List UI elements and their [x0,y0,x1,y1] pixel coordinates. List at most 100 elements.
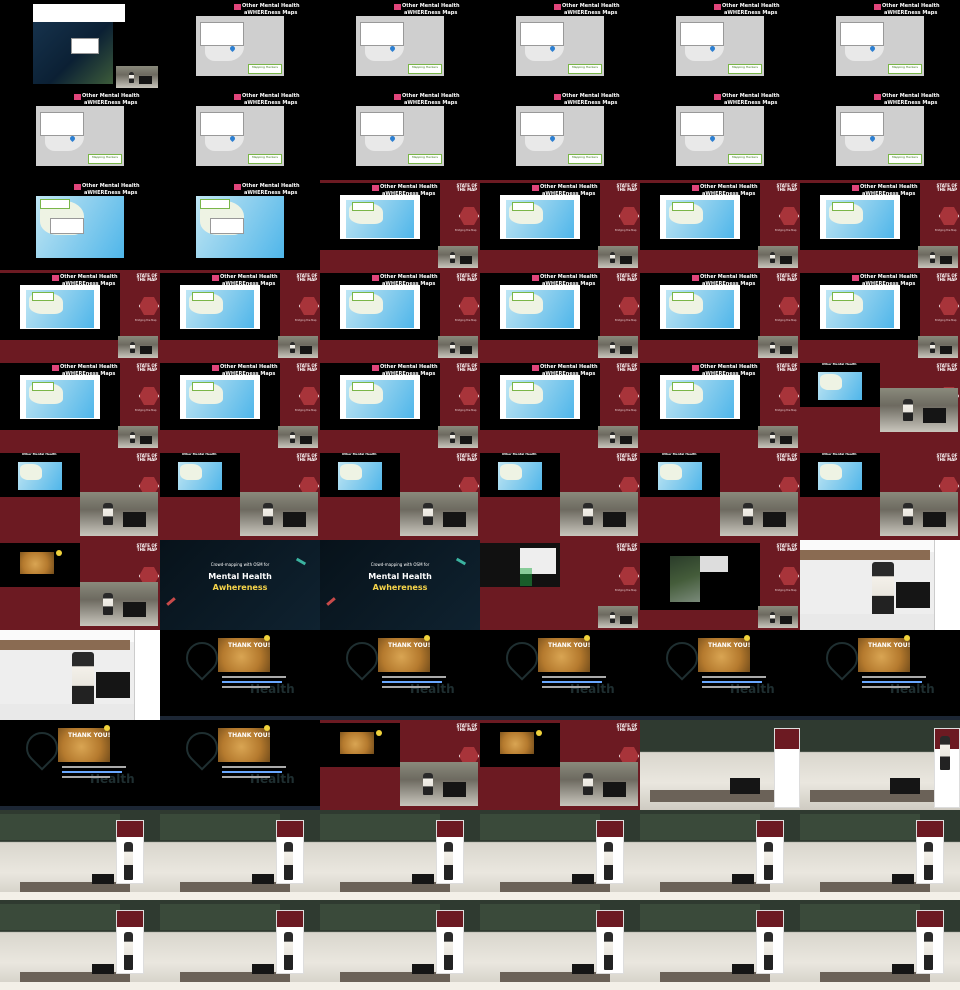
board [320,904,440,930]
map-title: Other Mental Health [662,452,697,456]
contact-line [222,766,286,768]
bulb-icon [56,550,62,556]
floor [160,892,320,900]
sotm-title: STATE OF THE MAP [136,453,158,462]
title-wrap [196,365,197,366]
lectern-monitor [96,672,130,698]
map-popup [360,22,404,46]
map-canvas [818,462,862,490]
map-popup [680,22,724,46]
lectern-monitor [940,255,952,264]
frame-sotm-map: Other Mental Health aWHEREness Maps STATE … [640,360,800,450]
floor [160,982,320,990]
sotm-subtitle: Bridging the Map [935,319,957,322]
contact-line [702,676,766,678]
sotm-subtitle: Bridging the Map [455,409,477,412]
lectern-monitor [442,781,467,798]
pink-icon [692,365,699,371]
map-pin-icon [68,134,77,143]
frame-thankyou: Health THANK YOU! [640,630,800,720]
map-title: Other Mental Health [882,93,940,99]
speaker-figure [130,341,135,353]
frame-sotm-map-wide: Other Mental Health aWHEREness Maps STATE … [0,270,160,360]
map-popup [672,292,694,301]
lectern-monitor [730,778,760,794]
map-title: Other Mental Health [60,274,118,280]
frame-map-grey: Other Mental Health aWHEREness Maps Mappin… [640,90,800,180]
map-canvas [346,380,414,418]
satellite-map [33,22,113,84]
floor [480,982,640,990]
bear-image [340,732,374,754]
pink-icon [372,185,379,191]
map-canvas: Mapping Hackers [836,16,924,76]
speaker-figure [444,842,453,880]
lectern-monitor [620,255,632,264]
speaker-figure [423,503,433,525]
frame-hall [320,810,480,900]
lectern-monitor [780,435,792,444]
lectern-monitor [252,874,274,884]
speaker-figure [770,251,775,263]
frame-sotm-map: Other Mental Health aWHEREness Maps STATE … [800,270,960,360]
pink-icon [692,275,699,281]
frame-sotm-map: Other Mental Health aWHEREness Maps STATE … [800,180,960,270]
thank-you-text: THANK YOU! [68,732,111,739]
sponsor-banner [934,540,960,630]
map-title: Other Mental Health [182,452,217,456]
sotm-logo-icon [939,207,959,225]
map-canvas [196,196,284,258]
frame-sotm-map: Other Mental Health aWHEREness Maps STATE … [640,270,800,360]
speaker-figure [284,932,293,970]
pink-icon [234,184,241,190]
pink-icon [692,185,699,191]
contact-line [62,776,110,778]
map-title: Other Mental Health [822,362,857,366]
bulb-icon [376,730,382,736]
frame-map-grey: Other Mental Health aWHEREness Maps Mappin… [0,90,160,180]
map-canvas: Mapping Hackers [836,106,924,166]
sponsor-banner [134,630,160,720]
frame-hall [160,810,320,900]
thank-you-text: THANK YOU! [548,642,591,649]
lectern-monitor [300,345,312,354]
map-title: Other Mental Health [722,93,780,99]
sotm-title: STATE OF THE MAP [776,543,798,552]
lectern-monitor [412,874,434,884]
frame-sotm-map: Other Mental Health aWHEREness Maps STATE … [320,270,480,360]
map-title: Other Mental Health [380,364,438,370]
map-canvas [36,196,124,258]
contact-line [382,686,430,688]
frame-hall [800,900,960,990]
frame-hall-speaker [800,720,960,810]
map-canvas [666,200,734,238]
bulb-icon [904,635,910,641]
slide-screen [640,543,760,610]
map-canvas: Mapping Hackers [676,106,764,166]
map-title: Other Mental Health [82,183,140,189]
speaker-video [758,426,798,448]
speaker-video [598,246,638,268]
frame-sotm-osm: STATE OF THE MAP Bridging the Map [480,540,640,630]
frame-title-slide: Crowd-mapping with OSM for Mental Health A… [320,540,480,630]
frame-map-grey: Other Mental Health aWHEREness Maps Mappin… [800,0,960,90]
contact-line [862,676,926,678]
frame-sotm-map-wide: Other Mental Health aWHEREness Maps STATE … [0,360,160,450]
pink-icon [554,94,561,100]
satellite-popup [700,556,728,572]
contact-line [542,686,590,688]
map-pin-icon [388,44,397,53]
frame-map-blue-black: Other Mental Health aWHEREness Maps [0,180,160,270]
map-popup-header [40,199,70,209]
pink-icon [532,275,539,281]
map-badge: Mapping Hackers [248,64,282,74]
map-badge: Mapping Hackers [408,154,442,164]
speaker-video [118,426,158,448]
map-badge: Mapping Hackers [88,154,122,164]
frame-sotm-speaker: Other Mental HealthSTATE OF THE MAPBridg… [480,450,640,540]
map-pin-icon [388,134,397,143]
speaker-figure [770,611,775,623]
map-popup [352,292,374,301]
map-canvas [506,200,574,238]
desk [810,790,950,802]
